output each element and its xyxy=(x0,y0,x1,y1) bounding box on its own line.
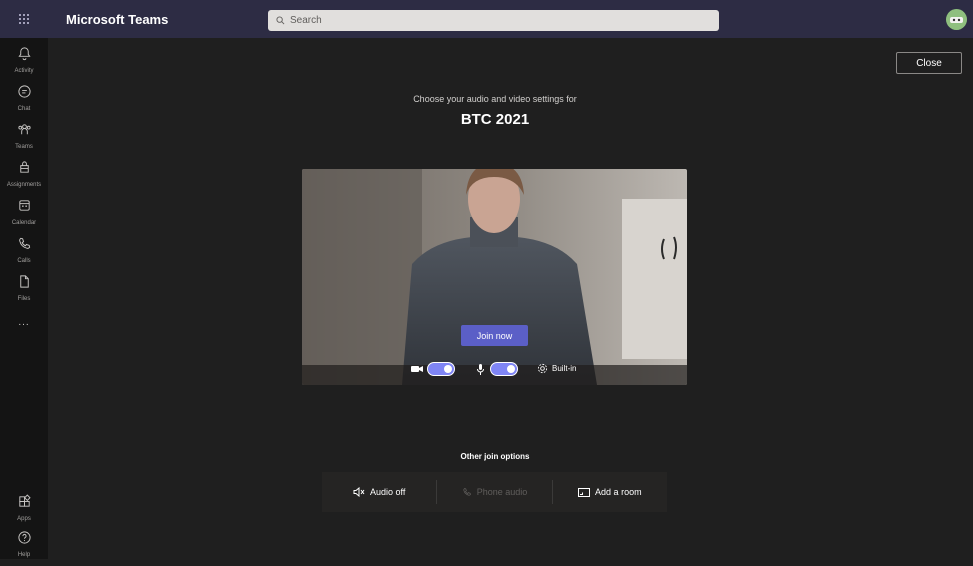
rail-label: Apps xyxy=(17,516,31,522)
device-label: Built-in xyxy=(552,364,577,373)
more-apps-button[interactable]: ... xyxy=(0,317,48,328)
camera-feed-image xyxy=(302,169,687,385)
rail-label: Files xyxy=(17,296,31,302)
search-icon xyxy=(276,16,285,25)
file-icon xyxy=(17,274,32,294)
phone-audio-option[interactable]: Phone audio xyxy=(437,480,551,504)
rail-item-teams[interactable]: Teams xyxy=(0,122,48,158)
calendar-icon xyxy=(17,198,32,218)
avatar[interactable] xyxy=(946,9,967,30)
phone-icon xyxy=(462,487,477,497)
rail-label: Help xyxy=(17,552,31,558)
join-now-button[interactable]: Join now xyxy=(461,325,528,346)
rail-item-assignments[interactable]: Assignments xyxy=(0,160,48,196)
rail-item-chat[interactable]: Chat xyxy=(0,84,48,120)
speaker-off-icon xyxy=(353,487,370,497)
assignments-icon xyxy=(17,160,32,180)
rail-label: Activity xyxy=(14,68,34,74)
search-input[interactable]: Search xyxy=(268,10,719,31)
option-label: Phone audio xyxy=(476,487,528,497)
close-button[interactable]: Close xyxy=(896,52,962,74)
app-rail: Activity Chat Teams Assignments Calendar… xyxy=(0,38,48,559)
other-join-options-title: Other join options xyxy=(460,452,530,461)
microphone-icon xyxy=(477,363,484,375)
camera-control xyxy=(411,362,455,376)
apps-icon xyxy=(17,494,32,514)
prejoin-subtitle: Choose your audio and video settings for xyxy=(413,94,577,104)
rail-item-apps[interactable]: Apps xyxy=(0,494,48,530)
device-settings-button[interactable]: Built-in xyxy=(537,363,576,374)
teams-icon xyxy=(17,122,32,142)
other-join-options: Audio off Phone audio Add a room xyxy=(322,472,667,512)
gear-icon xyxy=(537,363,548,374)
app-launcher-icon[interactable] xyxy=(0,0,48,38)
rail-item-help[interactable]: Help xyxy=(0,530,48,566)
microphone-control xyxy=(477,362,518,376)
phone-icon xyxy=(17,236,32,256)
bell-icon xyxy=(17,46,32,66)
rail-item-calendar[interactable]: Calendar xyxy=(0,198,48,234)
option-label: Audio off xyxy=(369,487,406,497)
help-icon xyxy=(17,530,32,550)
microphone-toggle[interactable] xyxy=(490,362,518,376)
video-preview xyxy=(302,169,687,385)
option-label: Add a room xyxy=(595,487,642,497)
meeting-title: BTC 2021 xyxy=(460,111,530,128)
chat-icon xyxy=(17,84,32,104)
app-title: Microsoft Teams xyxy=(66,11,169,27)
camera-toggle[interactable] xyxy=(427,362,455,376)
rail-label: Calls xyxy=(17,258,31,264)
rail-label: Teams xyxy=(15,144,33,150)
add-a-room-option[interactable]: Add a room xyxy=(553,480,667,504)
rail-label: Calendar xyxy=(11,220,37,226)
cast-icon xyxy=(578,487,595,497)
rail-item-activity[interactable]: Activity xyxy=(0,46,48,82)
title-bar: Microsoft Teams Search xyxy=(0,0,973,38)
rail-item-calls[interactable]: Calls xyxy=(0,236,48,272)
rail-item-files[interactable]: Files xyxy=(0,274,48,310)
search-placeholder: Search xyxy=(290,15,322,26)
rail-label: Chat xyxy=(17,106,31,112)
rail-label: Assignments xyxy=(6,182,42,188)
video-camera-icon xyxy=(411,364,423,374)
audio-off-option[interactable]: Audio off xyxy=(322,480,436,504)
